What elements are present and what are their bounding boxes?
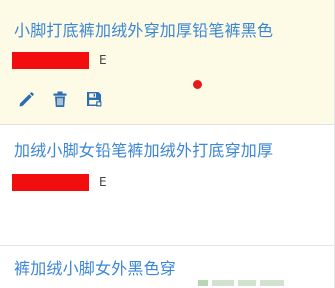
watermark-piece <box>260 279 284 286</box>
redaction-tail: E <box>99 53 107 67</box>
watermark-piece <box>198 279 208 286</box>
redaction-tail: E <box>99 175 107 189</box>
product-title[interactable]: 加绒小脚女铅笔裤加绒外打底穿加厚 <box>14 140 273 162</box>
delete-button[interactable] <box>49 88 71 110</box>
product-title[interactable]: 小脚打底裤加绒外穿加厚铅笔裤黑色 <box>14 20 273 42</box>
edit-button[interactable] <box>15 88 37 110</box>
save-button[interactable] <box>83 88 105 110</box>
list-item[interactable]: 小脚打底裤加绒外穿加厚铅笔裤黑色 E <box>0 0 335 125</box>
trash-icon <box>51 90 69 108</box>
watermark-piece <box>212 279 234 286</box>
red-dot-indicator <box>193 80 202 89</box>
product-title[interactable]: 裤加绒小脚女外黑色穿 <box>14 258 176 280</box>
item-actions <box>15 88 105 110</box>
save-icon <box>85 90 103 108</box>
redacted-price: E <box>12 52 107 69</box>
redacted-price: E <box>12 174 107 191</box>
list-item[interactable]: 加绒小脚女铅笔裤加绒外打底穿加厚 E <box>0 125 335 246</box>
watermark-piece <box>238 279 256 286</box>
product-list: 小脚打底裤加绒外穿加厚铅笔裤黑色 E 加绒小脚女铅笔裤加绒外打底穿加厚 E 裤加… <box>0 0 335 288</box>
watermark <box>198 277 308 288</box>
pencil-icon <box>17 90 35 108</box>
